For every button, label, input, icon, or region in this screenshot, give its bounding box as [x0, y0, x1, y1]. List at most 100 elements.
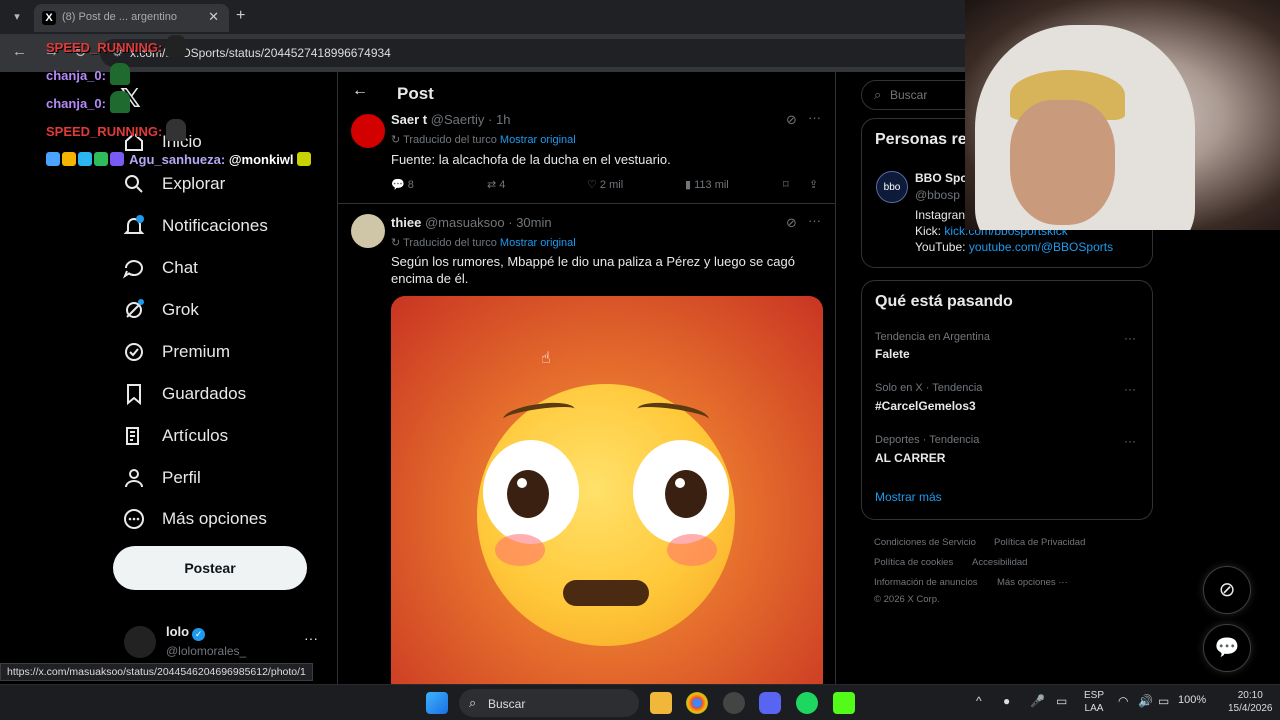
more-dots-icon[interactable]: ··· [808, 110, 821, 125]
views-button[interactable]: ▮ 113 mil [685, 178, 729, 191]
more-dots-icon[interactable]: ··· [304, 630, 318, 646]
like-button[interactable]: ♡ 2 mil [587, 178, 623, 191]
sidebar-item-notificaciones[interactable]: Notificaciones [122, 210, 268, 242]
microphone-icon[interactable]: 🎤 [1030, 694, 1045, 708]
sidebar-item-chat[interactable]: Chat [122, 252, 198, 284]
language-indicator[interactable]: ESP LAA [1084, 689, 1104, 715]
badge-icon [62, 152, 76, 166]
footer-link[interactable]: Más opciones ··· [997, 577, 1068, 588]
footer-link[interactable]: Información de anuncios [874, 577, 978, 588]
back-arrow-icon[interactable]: ← [12, 43, 27, 60]
tweet-text: Según los rumores, Mbappé le dio una pal… [391, 254, 795, 286]
clock[interactable]: 20:10 15/4/2026 [1228, 689, 1273, 715]
tweet[interactable]: Saer t @Saertiy · 1h ⊘ ··· ↻ Traducido d… [338, 110, 835, 204]
spotify-icon[interactable] [796, 692, 818, 714]
browser-tab[interactable]: X (8) Post de ... argentino ✕ [34, 4, 229, 32]
volume-icon[interactable]: 🔊 [1138, 694, 1153, 708]
sidebar-item-guardados[interactable]: Guardados [122, 378, 246, 410]
blush [495, 534, 545, 566]
chat-message: SPEED_RUNNING: [46, 34, 313, 62]
tweet-author[interactable]: thiee @masuaksoo · 30min [391, 215, 552, 230]
account-name: lolo ✓ [166, 624, 206, 641]
footer-link[interactable]: Política de Privacidad [994, 537, 1085, 548]
sidebar-item-mas-opciones[interactable]: Más opciones [122, 503, 267, 535]
recommended-name[interactable]: BBO Spo [915, 171, 968, 185]
grok-fab-button[interactable]: ⊘ [1203, 566, 1251, 614]
back-arrow-icon[interactable]: ← [352, 82, 368, 100]
taskbar-search[interactable]: ⌕ Buscar [459, 689, 639, 717]
tab-list-button[interactable]: ▾ [6, 6, 28, 28]
eye [633, 440, 729, 544]
blush [667, 534, 717, 566]
chat-fab-button[interactable]: 💬 [1203, 624, 1251, 672]
eye [483, 440, 579, 544]
pupil [665, 470, 707, 518]
grok-icon[interactable]: ⊘ [786, 112, 797, 128]
chrome-icon[interactable] [686, 692, 708, 714]
user-icon [125, 469, 143, 488]
wifi-icon[interactable]: ◠ [1118, 694, 1128, 708]
trend-item[interactable]: Falete [875, 347, 910, 361]
tweet-actions: 💬 8 ⇄ 4 ♡ 2 mil ▮ 113 mil ⌑ ⇪ [391, 178, 821, 198]
reply-button[interactable]: 💬 8 [391, 178, 414, 191]
more-dots-icon[interactable]: ··· [1124, 434, 1136, 448]
battery-icon[interactable]: ▭ [1158, 694, 1169, 708]
share-icon[interactable]: ⇪ [809, 178, 818, 191]
bookmark-icon [127, 384, 141, 406]
chevron-up-icon[interactable]: ^ [976, 694, 982, 708]
sidebar-item-grok[interactable]: Grok [122, 294, 199, 326]
bookmark-icon[interactable]: ⌑ [783, 178, 789, 191]
stream-chat-overlay: SPEED_RUNNING: chanja_0: chanja_0: SPEED… [46, 34, 313, 174]
badge-icon [94, 152, 108, 166]
trend-item[interactable]: #CarcelGemelos3 [875, 399, 976, 413]
kick-icon[interactable] [833, 692, 855, 714]
obs-icon[interactable] [723, 692, 745, 714]
footer-link[interactable]: Política de cookies [874, 557, 953, 568]
close-icon[interactable]: ✕ [208, 9, 219, 25]
sidebar-item-premium[interactable]: Premium [122, 336, 230, 368]
post-button[interactable]: Postear [113, 546, 307, 590]
footer-link[interactable]: Accesibilidad [972, 557, 1027, 568]
grok-icon[interactable]: ⊘ [786, 215, 797, 231]
windows-start-icon[interactable] [426, 692, 448, 714]
webcam-face [1010, 100, 1115, 225]
chat-message: chanja_0: [46, 62, 313, 90]
translation-note: ↻ Traducido del turco Mostrar original [391, 134, 576, 146]
more-dots-icon[interactable]: ··· [1124, 382, 1136, 396]
sidebar-item-label: Grok [162, 300, 199, 319]
show-original-link[interactable]: Mostrar original [500, 237, 576, 249]
more-dots-icon[interactable]: ··· [1124, 331, 1136, 345]
avatar[interactable] [351, 114, 385, 148]
more-dots-icon[interactable]: ··· [808, 213, 821, 228]
sidebar-item-articulos[interactable]: Artículos [122, 420, 228, 452]
bell-icon [123, 215, 145, 234]
webcam-overlay [965, 0, 1280, 230]
sidebar-item-label: Más opciones [162, 509, 267, 528]
mouth [563, 580, 649, 606]
footer-link[interactable]: Condiciones de Servicio [874, 537, 976, 548]
tab-title: (8) Post de ... argentino [62, 11, 177, 23]
retweet-button[interactable]: ⇄ 4 [487, 178, 505, 191]
new-tab-button[interactable]: + [236, 7, 245, 25]
sidebar-item-label: Notificaciones [162, 216, 268, 235]
trends-panel: Qué está pasando Tendencia en Argentina … [861, 280, 1153, 520]
sidebar-item-label: Perfil [162, 468, 201, 487]
avatar[interactable]: bbo [876, 171, 908, 203]
badge-icon [46, 152, 60, 166]
app-tray-icon[interactable]: ● [1003, 694, 1010, 708]
avatar[interactable] [351, 214, 385, 248]
display-icon[interactable]: ▭ [1056, 694, 1067, 708]
tweet-image[interactable]: ☝ [391, 296, 823, 684]
discord-icon[interactable] [759, 692, 781, 714]
chat-message: Agu_sanhueza: @monkiwl [46, 146, 313, 174]
trend-item[interactable]: AL CARRER [875, 451, 945, 465]
file-explorer-icon[interactable] [650, 692, 672, 714]
youtube-link[interactable]: youtube.com/@BBOSports [969, 240, 1113, 254]
show-original-link[interactable]: Mostrar original [500, 134, 576, 146]
hand-cursor-icon: ☝ [541, 350, 551, 367]
tweet-author[interactable]: Saer t @Saertiy · 1h [391, 112, 510, 127]
recommended-handle: @bbosp [915, 188, 960, 202]
chat-message: SPEED_RUNNING: [46, 118, 313, 146]
sidebar-item-perfil[interactable]: Perfil [122, 462, 201, 494]
show-more-link[interactable]: Mostrar más [875, 490, 942, 504]
